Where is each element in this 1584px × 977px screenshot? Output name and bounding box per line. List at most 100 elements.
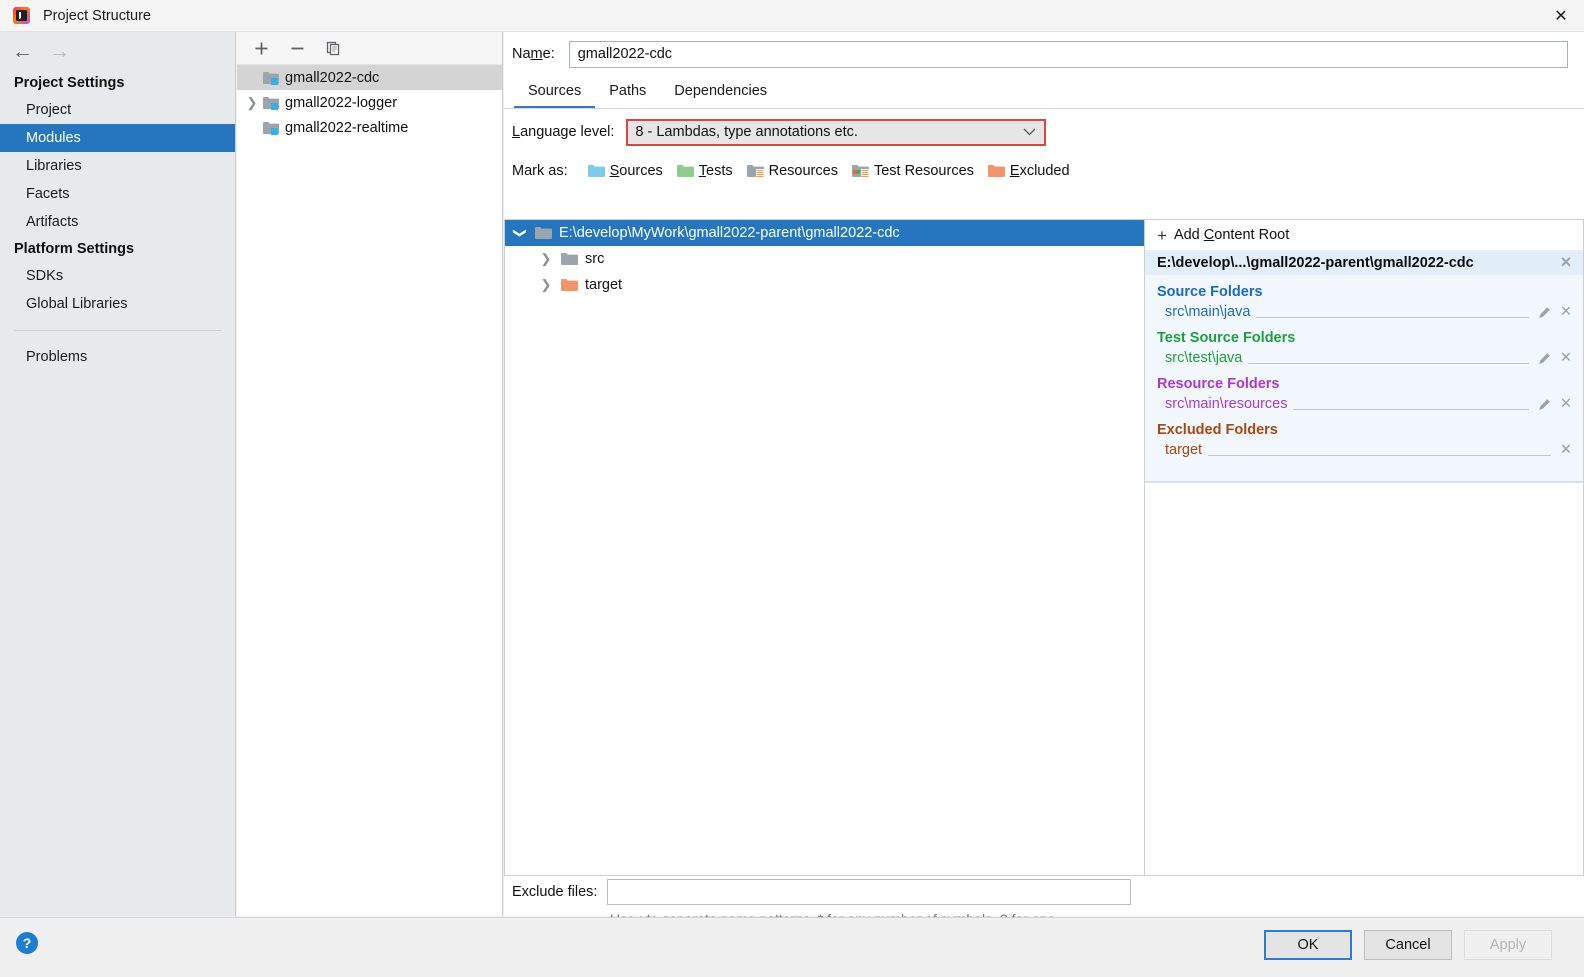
test-source-folders-group: Test Source Folders src\test\java ✕ xyxy=(1145,321,1583,367)
folder-icon xyxy=(561,252,578,266)
entry-underline xyxy=(1293,398,1529,410)
editor-tabs: Sources Paths Dependencies xyxy=(504,76,1584,109)
intellij-idea-icon xyxy=(13,7,30,24)
tab-sources[interactable]: Sources xyxy=(514,76,596,108)
entry-underline xyxy=(1208,444,1551,456)
back-arrow-icon[interactable]: ← xyxy=(12,41,33,62)
excluded-folder-path: target xyxy=(1165,442,1203,458)
collapse-chevron-icon[interactable]: ❯ xyxy=(512,218,528,248)
sidebar-item-label: Facets xyxy=(26,186,70,202)
remove-folder-icon[interactable]: ✕ xyxy=(1557,349,1575,367)
module-editor: Name: Sources Paths Dependencies Languag… xyxy=(504,32,1584,927)
sidebar-item-artifacts[interactable]: Artifacts xyxy=(0,208,235,236)
dialog-footer: ? OK Cancel Apply CSDN @OneTenTwo76 xyxy=(0,917,1584,977)
copy-module-icon[interactable] xyxy=(323,38,343,58)
help-icon[interactable]: ? xyxy=(16,932,38,954)
module-folder-icon xyxy=(263,71,279,85)
project-structure-dialog: Project Structure ✕ ← → Project Settings… xyxy=(0,0,1584,977)
title-bar: Project Structure ✕ xyxy=(0,0,1584,32)
mark-as-resources-button[interactable]: Resources xyxy=(746,163,838,179)
edit-pencil-icon[interactable] xyxy=(1535,395,1553,413)
content-root-path: E:\develop\...\gmall2022-parent\gmall202… xyxy=(1157,254,1474,271)
tab-paths[interactable]: Paths xyxy=(595,76,660,108)
mark-as-excluded-button[interactable]: Excluded xyxy=(987,163,1070,179)
sidebar-item-sdks[interactable]: SDKs xyxy=(0,262,235,290)
sidebar-item-project[interactable]: Project xyxy=(0,96,235,124)
mark-as-label-text: Resources xyxy=(768,163,838,179)
window-title: Project Structure xyxy=(43,7,151,24)
test-resources-folder-icon xyxy=(851,164,869,178)
sidebar-item-facets[interactable]: Facets xyxy=(0,180,235,208)
mark-as-tests-button[interactable]: Tests xyxy=(676,163,733,179)
sidebar-item-label: Libraries xyxy=(26,158,82,174)
module-list-item[interactable]: gmall2022-cdc xyxy=(237,65,502,90)
language-level-label: Language level: xyxy=(512,124,615,140)
module-list-item[interactable]: ❯ gmall2022-logger xyxy=(237,90,502,115)
module-folder-icon xyxy=(263,121,279,135)
mark-as-row: Mark as: Sources Tests Resources Test Re… xyxy=(504,155,1584,187)
cancel-button[interactable]: Cancel xyxy=(1364,930,1452,960)
content-root-header: E:\develop\...\gmall2022-parent\gmall202… xyxy=(1145,250,1583,275)
modules-toolbar xyxy=(237,32,502,65)
content-root-card: E:\develop\...\gmall2022-parent\gmall202… xyxy=(1145,250,1583,483)
source-folder-path: src\main\java xyxy=(1165,304,1251,320)
tab-dependencies[interactable]: Dependencies xyxy=(660,76,781,108)
expand-chevron-icon[interactable]: ❯ xyxy=(531,277,561,293)
ok-button[interactable]: OK xyxy=(1264,930,1352,960)
remove-folder-icon[interactable]: ✕ xyxy=(1557,395,1575,413)
exclude-files-label: Exclude files: xyxy=(512,884,598,900)
sidebar-item-problems[interactable]: Problems xyxy=(0,343,235,371)
exclude-files-input[interactable] xyxy=(607,879,1132,905)
folder-entry-row: src\test\java ✕ xyxy=(1157,346,1583,367)
add-module-button[interactable] xyxy=(251,38,271,58)
tree-row-label: src xyxy=(585,251,605,267)
excluded-folders-title: Excluded Folders xyxy=(1157,422,1278,438)
module-list-item-label: gmall2022-realtime xyxy=(285,119,409,136)
mark-as-test-resources-button[interactable]: Test Resources xyxy=(851,163,974,179)
module-list-item-label: gmall2022-logger xyxy=(285,94,398,111)
tree-row[interactable]: ❯ target xyxy=(505,272,1144,298)
test-source-folder-path: src\test\java xyxy=(1165,350,1243,366)
sidebar-item-modules[interactable]: Modules xyxy=(0,124,235,152)
exclude-files-row: Exclude files: xyxy=(504,877,1584,907)
nav-arrows: ← → xyxy=(0,32,235,70)
expand-chevron-icon[interactable]: ❯ xyxy=(531,251,561,267)
language-level-row: Language level: 8 - Lambdas, type annota… xyxy=(504,109,1584,155)
module-name-input[interactable] xyxy=(568,40,1568,68)
tree-row[interactable]: ❯ src xyxy=(505,246,1144,272)
mark-as-sources-button[interactable]: Sources xyxy=(587,163,663,179)
folder-icon xyxy=(535,226,552,240)
add-content-root-button[interactable]: + Add Content Root xyxy=(1145,220,1583,250)
excluded-folder-icon xyxy=(987,164,1005,178)
remove-folder-icon[interactable]: ✕ xyxy=(1557,303,1575,321)
sidebar-group-platform-settings: Platform Settings xyxy=(14,241,135,257)
module-folder-icon xyxy=(263,96,279,110)
remove-content-root-icon[interactable]: ✕ xyxy=(1557,254,1575,272)
close-icon[interactable]: ✕ xyxy=(1538,0,1584,32)
modules-panel: gmall2022-cdc ❯ gmall2022-logger gmall20… xyxy=(237,32,503,916)
sidebar-item-libraries[interactable]: Libraries xyxy=(0,152,235,180)
edit-pencil-icon[interactable] xyxy=(1535,303,1553,321)
module-list-item[interactable]: gmall2022-realtime xyxy=(237,115,502,140)
content-root-tree[interactable]: ❯ E:\develop\MyWork\gmall2022-parent\gma… xyxy=(504,219,1144,876)
remove-module-button[interactable] xyxy=(287,38,307,58)
resource-folders-group: Resource Folders src\main\resources ✕ xyxy=(1145,367,1583,413)
chevron-down-icon xyxy=(1023,124,1036,140)
folder-entry-row: src\main\resources ✕ xyxy=(1157,392,1583,413)
mark-as-label-text: Sources xyxy=(609,163,663,179)
tree-row[interactable]: ❯ E:\develop\MyWork\gmall2022-parent\gma… xyxy=(505,220,1144,246)
edit-pencil-icon[interactable] xyxy=(1535,349,1553,367)
resources-folder-icon xyxy=(746,164,764,178)
mark-as-label-text: Test Resources xyxy=(873,163,974,179)
sidebar-item-global-libraries[interactable]: Global Libraries xyxy=(0,290,235,318)
mark-as-label-text: Tests xyxy=(698,163,733,179)
expand-chevron-icon[interactable]: ❯ xyxy=(241,95,263,111)
sidebar-item-label: Modules xyxy=(26,130,81,146)
language-level-select[interactable]: 8 - Lambdas, type annotations etc. xyxy=(626,118,1047,146)
source-folders-title: Source Folders xyxy=(1157,284,1263,300)
sidebar-item-label: Project xyxy=(26,102,72,118)
remove-folder-icon[interactable]: ✕ xyxy=(1557,441,1575,459)
forward-arrow-icon[interactable]: → xyxy=(49,41,70,62)
add-content-root-label: Add Content Root xyxy=(1173,227,1290,243)
language-level-value: 8 - Lambdas, type annotations etc. xyxy=(635,124,858,140)
